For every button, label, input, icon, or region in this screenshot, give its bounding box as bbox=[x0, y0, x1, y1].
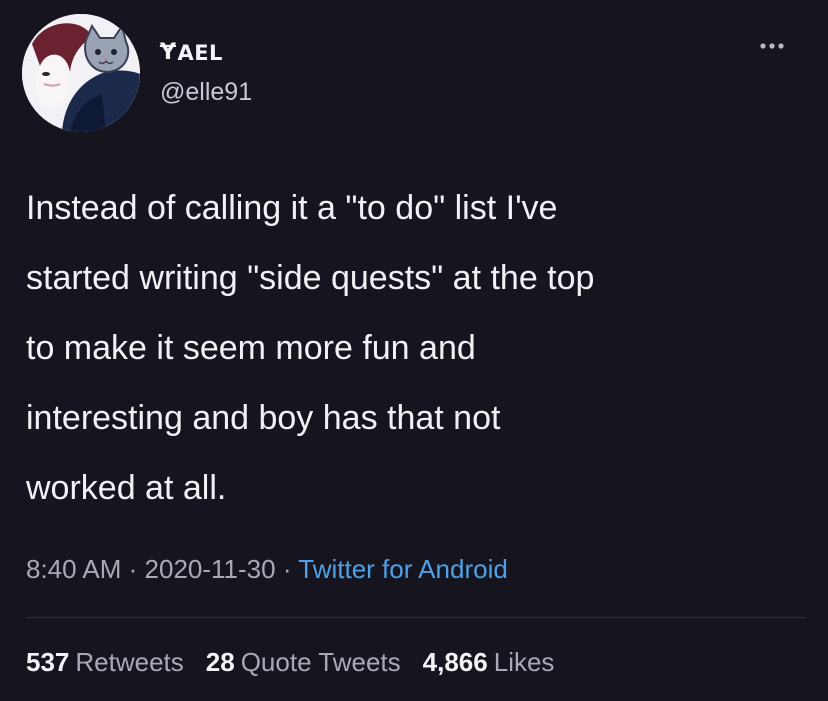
display-name-text: AEL bbox=[177, 40, 223, 65]
avatar-illustration bbox=[22, 14, 140, 132]
meta-separator: · bbox=[282, 554, 299, 584]
quote-tweets-count: 28 bbox=[205, 647, 235, 677]
ellipsis-icon bbox=[760, 43, 784, 49]
retweets-count: 537 bbox=[26, 647, 70, 677]
tweet-text: Instead of calling it a "to do" list I'v… bbox=[26, 189, 595, 507]
display-name-glyph: Ɏ bbox=[160, 40, 177, 65]
tweet-stats: 537 Retweets 28 Quote Tweets 4,866 Likes bbox=[26, 647, 576, 678]
display-name[interactable]: Ɏ AEL bbox=[160, 40, 223, 65]
quote-tweets-label: Quote Tweets bbox=[240, 647, 401, 677]
more-options-button[interactable] bbox=[752, 36, 792, 56]
tweet-meta: 8:40 AM · 2020-11-30 · Twitter for Andro… bbox=[26, 554, 508, 585]
user-handle[interactable]: @elle91 bbox=[160, 78, 252, 107]
retweets-stat[interactable]: 537 Retweets bbox=[26, 647, 184, 678]
avatar[interactable] bbox=[22, 14, 140, 132]
quote-tweets-stat[interactable]: 28 Quote Tweets bbox=[206, 647, 401, 678]
tweet-source-link[interactable]: Twitter for Android bbox=[298, 554, 508, 584]
tweet-date[interactable]: 2020-11-30 bbox=[145, 554, 276, 584]
retweets-label: Retweets bbox=[75, 647, 184, 677]
meta-separator: · bbox=[128, 554, 145, 584]
tweet-time[interactable]: 8:40 AM bbox=[26, 554, 121, 584]
likes-count: 4,866 bbox=[422, 647, 488, 677]
divider bbox=[26, 617, 806, 618]
likes-stat[interactable]: 4,866 Likes bbox=[423, 647, 555, 678]
tweet-card: Ɏ AEL @elle91 Instead of calling it a "t… bbox=[0, 0, 828, 701]
likes-label: Likes bbox=[493, 647, 555, 677]
